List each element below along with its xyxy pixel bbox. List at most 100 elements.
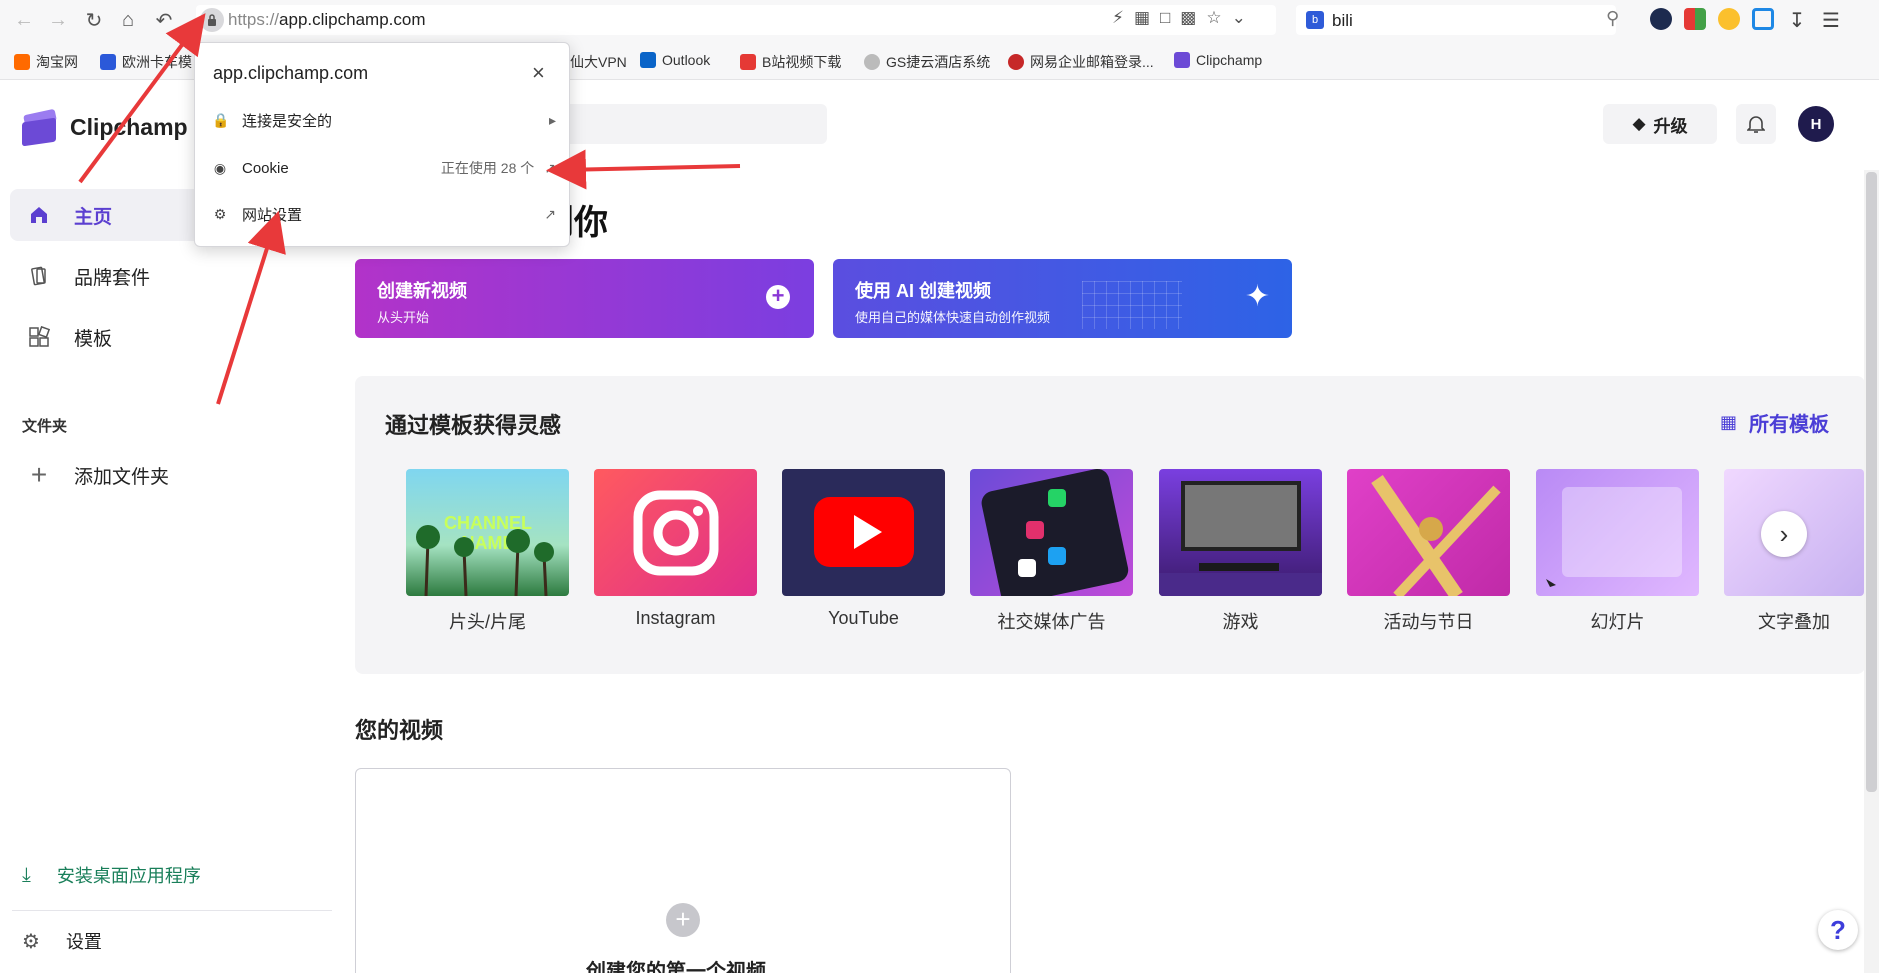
site-settings-row[interactable]: ⚙ 网站设置 ↗ bbox=[212, 204, 556, 225]
template-label: YouTube bbox=[828, 608, 899, 628]
all-templates-link[interactable]: ▦ 所有模板 bbox=[1720, 408, 1829, 437]
sparkle-icon: ✦ bbox=[1244, 280, 1270, 313]
extension-icon[interactable] bbox=[1684, 8, 1706, 30]
sidebar-item-label: 模板 bbox=[74, 328, 113, 350]
grid-decoration bbox=[1082, 281, 1182, 329]
back-icon[interactable]: ← bbox=[12, 8, 36, 32]
crop-icon[interactable] bbox=[1752, 8, 1774, 30]
globe-icon bbox=[864, 54, 880, 70]
templates-title: 通过模板获得灵感 bbox=[385, 413, 562, 438]
add-folder-label: 添加文件夹 bbox=[74, 466, 170, 488]
upgrade-label: 升级 bbox=[1653, 116, 1688, 136]
avatar[interactable]: H bbox=[1798, 106, 1834, 142]
url-text[interactable]: https://app.clipchamp.com bbox=[228, 10, 426, 30]
chevron-right-icon: ▸ bbox=[548, 112, 556, 128]
bookmark-label: 仙大VPN bbox=[570, 54, 627, 70]
bookmark-item[interactable]: 欧洲卡车模 bbox=[100, 52, 192, 72]
download-arrow-icon: ⤓ bbox=[22, 863, 31, 886]
upgrade-button[interactable]: ◆ 升级 bbox=[1603, 104, 1717, 144]
instagram-icon bbox=[633, 490, 719, 576]
template-card-holidays[interactable] bbox=[1347, 469, 1510, 596]
templates-icon: ▦ bbox=[1720, 412, 1738, 432]
add-folder-button[interactable]: + 添加文件夹 bbox=[10, 449, 328, 501]
gear-icon: ⚙ bbox=[213, 206, 227, 222]
template-label: 游戏 bbox=[1222, 612, 1259, 632]
outlook-icon bbox=[640, 52, 656, 68]
bookmark-label: GS捷云酒店系统 bbox=[886, 54, 991, 70]
bookmark-item[interactable]: Outlook bbox=[640, 52, 710, 68]
create-new-video-button[interactable]: 创建新视频 从头开始 + bbox=[355, 259, 814, 338]
bookmark-item[interactable]: B站视频下载 bbox=[740, 52, 841, 72]
template-card-social-ads[interactable] bbox=[970, 469, 1133, 596]
bookmark-item[interactable]: 网易企业邮箱登录... bbox=[1008, 52, 1154, 72]
cookie-icon: ◉ bbox=[213, 159, 227, 176]
connection-secure-row[interactable]: 🔒 连接是安全的 ▸ bbox=[212, 110, 556, 131]
url-host: app.clipchamp.com bbox=[279, 10, 426, 29]
lightning-icon[interactable]: ⚡ bbox=[1112, 8, 1124, 28]
sidebar-divider bbox=[12, 910, 332, 911]
folder-section-label: 文件夹 bbox=[22, 418, 68, 435]
home-browser-icon[interactable]: ⌂ bbox=[116, 8, 140, 32]
notifications-bell-icon[interactable] bbox=[1736, 104, 1776, 144]
cookie-row[interactable]: ◉ Cookie 正在使用 28 个 ↗ bbox=[212, 158, 556, 178]
all-templates-label: 所有模板 bbox=[1749, 414, 1830, 436]
translate-icon[interactable]: ▩ bbox=[1180, 8, 1196, 28]
template-card-instagram[interactable] bbox=[594, 469, 757, 596]
bookmark-item[interactable]: 仙大VPN bbox=[570, 52, 627, 72]
cta-subtitle: 从头开始 bbox=[377, 310, 430, 325]
template-card-gaming[interactable] bbox=[1159, 469, 1322, 596]
close-icon[interactable]: × bbox=[532, 60, 545, 86]
screenshot-icon[interactable]: □ bbox=[1160, 8, 1170, 28]
lock-icon: 🔒 bbox=[212, 112, 230, 128]
qr-icon[interactable]: ▦ bbox=[1134, 8, 1150, 28]
create-first-video-card[interactable] bbox=[355, 768, 1011, 973]
star-icon[interactable]: ☆ bbox=[1206, 8, 1221, 28]
home-icon bbox=[26, 202, 52, 228]
download-icon[interactable]: ↧ bbox=[1786, 8, 1808, 32]
baidu-icon: b bbox=[1306, 11, 1324, 29]
bookmark-item[interactable]: Clipchamp bbox=[1174, 52, 1262, 68]
create-with-ai-button[interactable]: 使用 AI 创建视频 使用自己的媒体快速自动创作视频 ✦ bbox=[833, 259, 1292, 338]
template-card-slideshow[interactable] bbox=[1536, 469, 1699, 596]
bookmark-item[interactable]: 淘宝网 bbox=[14, 52, 78, 72]
phone-apps-image bbox=[981, 469, 1129, 596]
settings-link[interactable]: ⚙ 设置 bbox=[22, 928, 102, 954]
clipchamp-logo-icon bbox=[20, 108, 58, 147]
settings-label: 设置 bbox=[65, 932, 102, 952]
chevron-down-icon[interactable]: ⌄ bbox=[1232, 8, 1246, 28]
forward-icon[interactable]: → bbox=[46, 8, 70, 32]
paw-icon bbox=[100, 54, 116, 70]
sidebar-item-label: 主页 bbox=[74, 206, 113, 228]
your-videos-title: 您的视频 bbox=[355, 718, 444, 743]
template-label: 活动与节日 bbox=[1383, 612, 1474, 632]
gear-icon: ⚙ bbox=[22, 930, 40, 953]
menu-icon[interactable]: ☰ bbox=[1820, 8, 1842, 32]
install-desktop-app-link[interactable]: ⤓ 安装桌面应用程序 bbox=[22, 862, 201, 888]
moon-icon[interactable] bbox=[1718, 8, 1740, 30]
template-label: 幻灯片 bbox=[1590, 612, 1645, 632]
url-tools: ⚡ ▦ □ ▩ ☆ ⌄ bbox=[1112, 8, 1246, 28]
extension-icon[interactable] bbox=[1650, 8, 1672, 30]
search-icon[interactable]: ⚲ bbox=[1606, 8, 1619, 29]
bookmark-item[interactable]: GS捷云酒店系统 bbox=[864, 52, 990, 72]
undo-icon[interactable]: ↶ bbox=[152, 8, 176, 32]
sidebar-item-brand-kit[interactable]: 品牌套件 bbox=[10, 250, 328, 302]
external-link-icon[interactable]: ↗ bbox=[544, 206, 556, 223]
scrollbar-thumb[interactable] bbox=[1866, 172, 1877, 792]
reload-icon[interactable]: ↻ bbox=[82, 8, 106, 32]
popup-row-label: 连接是安全的 bbox=[242, 113, 333, 130]
cta-title: 创建新视频 bbox=[377, 281, 467, 301]
clipchamp-logo[interactable]: Clipchamp bbox=[20, 108, 188, 147]
bookmark-label: Clipchamp bbox=[1196, 52, 1263, 68]
clipchamp-bookmark-icon bbox=[1174, 52, 1190, 68]
site-info-lock-icon[interactable] bbox=[200, 8, 224, 32]
app-search-input[interactable] bbox=[540, 104, 827, 144]
external-link-icon[interactable]: ↗ bbox=[544, 160, 556, 177]
template-card-youtube[interactable] bbox=[782, 469, 945, 596]
chevron-right-icon[interactable]: › bbox=[1761, 511, 1807, 557]
template-card-intro[interactable]: CHANNEL NAME bbox=[406, 469, 569, 596]
plus-circle-icon[interactable]: + bbox=[666, 903, 700, 937]
sidebar-item-templates[interactable]: 模板 bbox=[10, 311, 328, 363]
help-icon[interactable]: ? bbox=[1818, 910, 1858, 950]
cta-title: 使用 AI 创建视频 bbox=[855, 281, 992, 301]
